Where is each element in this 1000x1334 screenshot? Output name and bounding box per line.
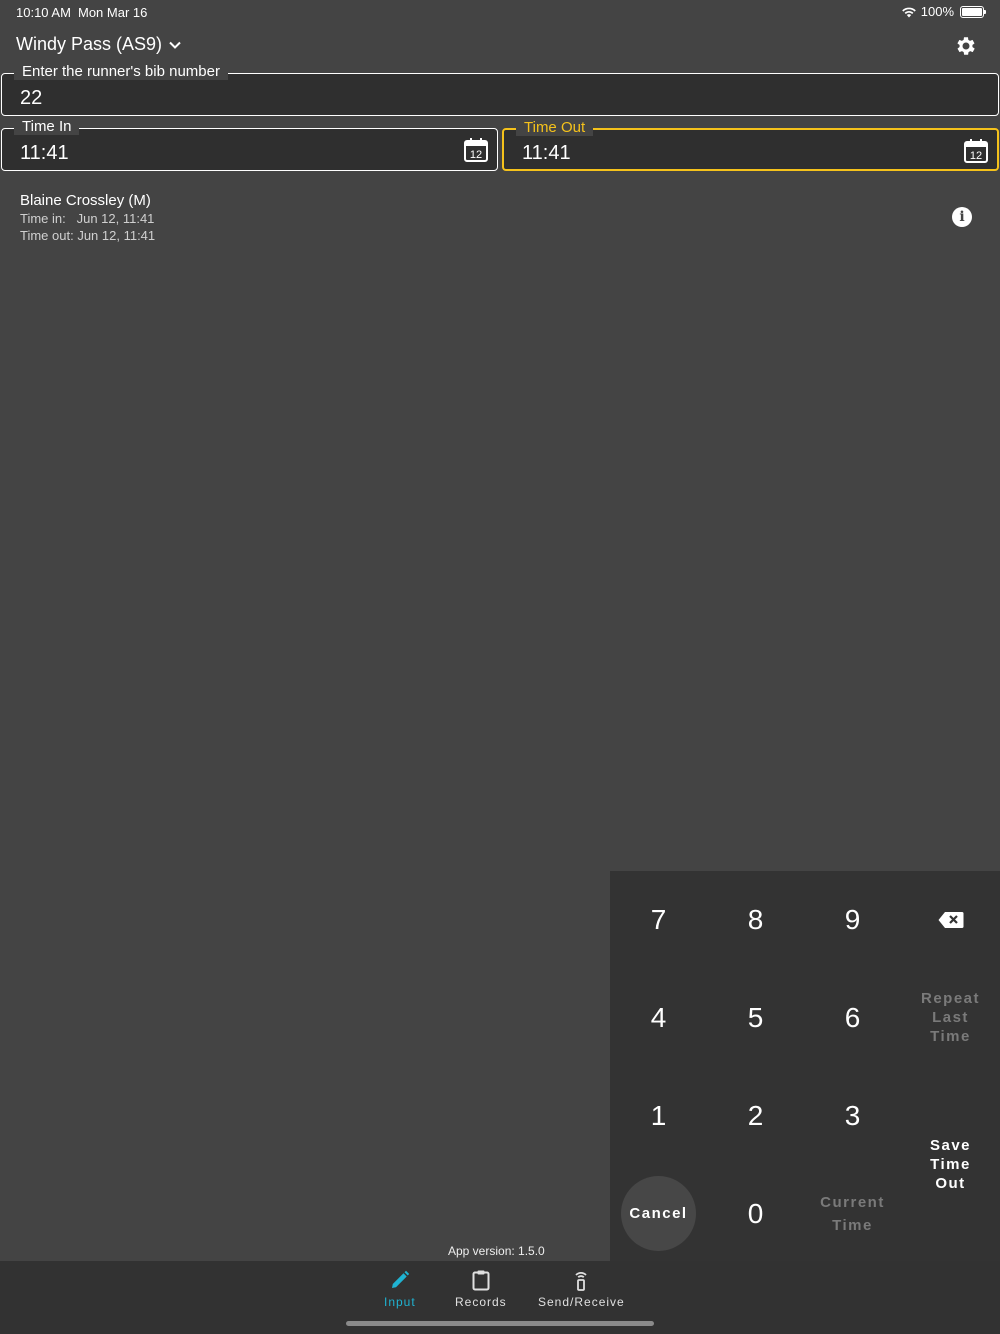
info-icon[interactable]: i bbox=[952, 207, 972, 227]
runner-record: Blaine Crossley (M) Time in: Jun 12, 11:… bbox=[20, 192, 155, 243]
key-5[interactable]: 5 bbox=[707, 969, 804, 1066]
backspace-key[interactable] bbox=[902, 871, 999, 968]
station-selector[interactable]: Windy Pass (AS9) bbox=[16, 34, 182, 55]
battery-percent: 100% bbox=[920, 4, 954, 19]
gear-icon[interactable] bbox=[954, 34, 978, 58]
key-9[interactable]: 9 bbox=[804, 871, 901, 968]
repeat-last-time-button[interactable]: Repeat Last Time bbox=[902, 969, 999, 1066]
tab-records-label: Records bbox=[455, 1295, 507, 1309]
status-bar: 10:10 AM Mon Mar 16 100% bbox=[0, 0, 1000, 24]
calendar-icon[interactable]: 12 bbox=[463, 137, 489, 163]
battery-icon bbox=[960, 5, 986, 18]
time-out-label: Time Out bbox=[516, 119, 594, 136]
runner-name: Blaine Crossley (M) bbox=[20, 192, 151, 209]
app-version: App version: 1.5.0 bbox=[448, 1244, 545, 1258]
calendar-day: 12 bbox=[970, 150, 982, 162]
home-indicator bbox=[346, 1321, 654, 1326]
key-3[interactable]: 3 bbox=[804, 1067, 901, 1164]
record-time-in: Time in: Jun 12, 11:41 bbox=[20, 211, 155, 226]
time-in-value: 11:41 bbox=[20, 142, 69, 164]
key-1[interactable]: 1 bbox=[610, 1067, 707, 1164]
tab-input-label: Input bbox=[384, 1295, 416, 1309]
status-right: 100% bbox=[901, 4, 986, 19]
status-date: Mon Mar 16 bbox=[78, 5, 148, 20]
key-2[interactable]: 2 bbox=[707, 1067, 804, 1164]
tab-send-receive-label: Send/Receive bbox=[538, 1295, 625, 1309]
time-out-value: 11:41 bbox=[522, 142, 571, 164]
key-4[interactable]: 4 bbox=[610, 969, 707, 1066]
tab-input[interactable]: Input bbox=[384, 1269, 416, 1309]
time-in-label: Time In bbox=[14, 118, 80, 135]
status-time: 10:10 AM bbox=[16, 5, 71, 20]
station-name: Windy Pass (AS9) bbox=[16, 34, 163, 54]
key-7[interactable]: 7 bbox=[610, 871, 707, 968]
time-out-field[interactable]: Time Out 11:41 12 bbox=[502, 119, 999, 171]
cancel-button[interactable]: Cancel bbox=[621, 1176, 696, 1251]
bib-number-field[interactable]: Enter the runner's bib number 22 bbox=[1, 63, 999, 116]
save-time-out-button[interactable]: Save Time Out bbox=[902, 1116, 999, 1213]
bib-number-label: Enter the runner's bib number bbox=[14, 63, 228, 80]
tab-send-receive[interactable]: Send/Receive bbox=[538, 1269, 625, 1309]
key-8[interactable]: 8 bbox=[707, 871, 804, 968]
pencil-icon bbox=[391, 1270, 410, 1288]
chevron-down-icon bbox=[169, 41, 181, 49]
current-time-button[interactable]: Current Time bbox=[804, 1165, 901, 1262]
time-in-field[interactable]: Time In 11:41 12 bbox=[1, 118, 498, 171]
antenna-icon bbox=[575, 1272, 588, 1291]
key-0[interactable]: 0 bbox=[707, 1165, 804, 1262]
calendar-icon[interactable]: 12 bbox=[963, 138, 989, 164]
clipboard-icon bbox=[472, 1270, 490, 1291]
calendar-day: 12 bbox=[470, 149, 482, 161]
key-6[interactable]: 6 bbox=[804, 969, 901, 1066]
backspace-icon bbox=[938, 911, 963, 928]
bib-number-value: 22 bbox=[20, 87, 43, 109]
wifi-icon bbox=[901, 7, 916, 17]
numeric-keypad: 7 8 9 4 5 6 Repeat Last Time 1 2 3 Save … bbox=[610, 871, 1000, 1261]
tab-records[interactable]: Records bbox=[455, 1269, 507, 1309]
record-time-out: Time out: Jun 12, 11:41 bbox=[20, 228, 156, 243]
